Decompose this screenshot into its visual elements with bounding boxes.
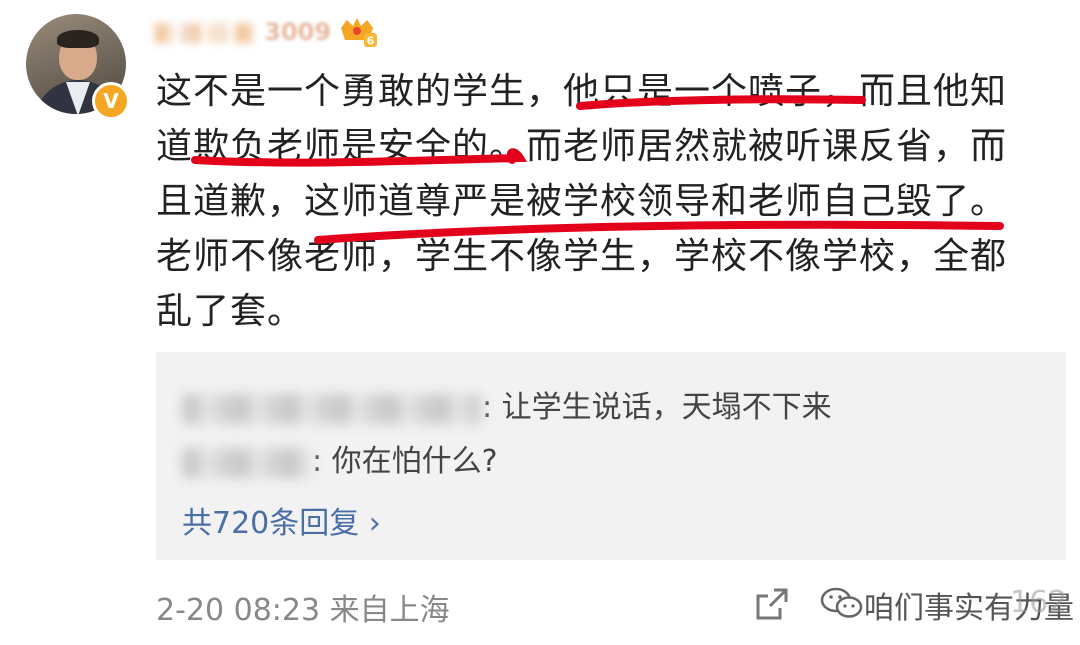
- underline-stroke: [576, 95, 866, 110]
- wechat-icon: [820, 587, 863, 618]
- timestamp-location: 2-20 08:23 来自上海: [156, 593, 450, 628]
- reply-author-blurred: [182, 393, 482, 424]
- reply-text: : 你在怕什么?: [312, 444, 498, 479]
- reply-item[interactable]: : 让学生说话，天塌不下来: [182, 382, 832, 426]
- reply-text: : 让学生说话，天塌不下来: [482, 390, 832, 425]
- underline-stroke: [191, 148, 528, 167]
- reply-item[interactable]: : 你在怕什么?: [182, 436, 498, 480]
- underline-stroke: [314, 220, 1004, 244]
- reply-author-blurred: [182, 447, 312, 478]
- view-all-replies-link[interactable]: 共720条回复 ›: [182, 498, 381, 542]
- share-icon[interactable]: [752, 584, 792, 624]
- like-count[interactable]: 162: [1010, 585, 1067, 620]
- replies-panel[interactable]: : 让学生说话，天塌不下来 : 你在怕什么? 共720条回复 ›: [156, 352, 1066, 560]
